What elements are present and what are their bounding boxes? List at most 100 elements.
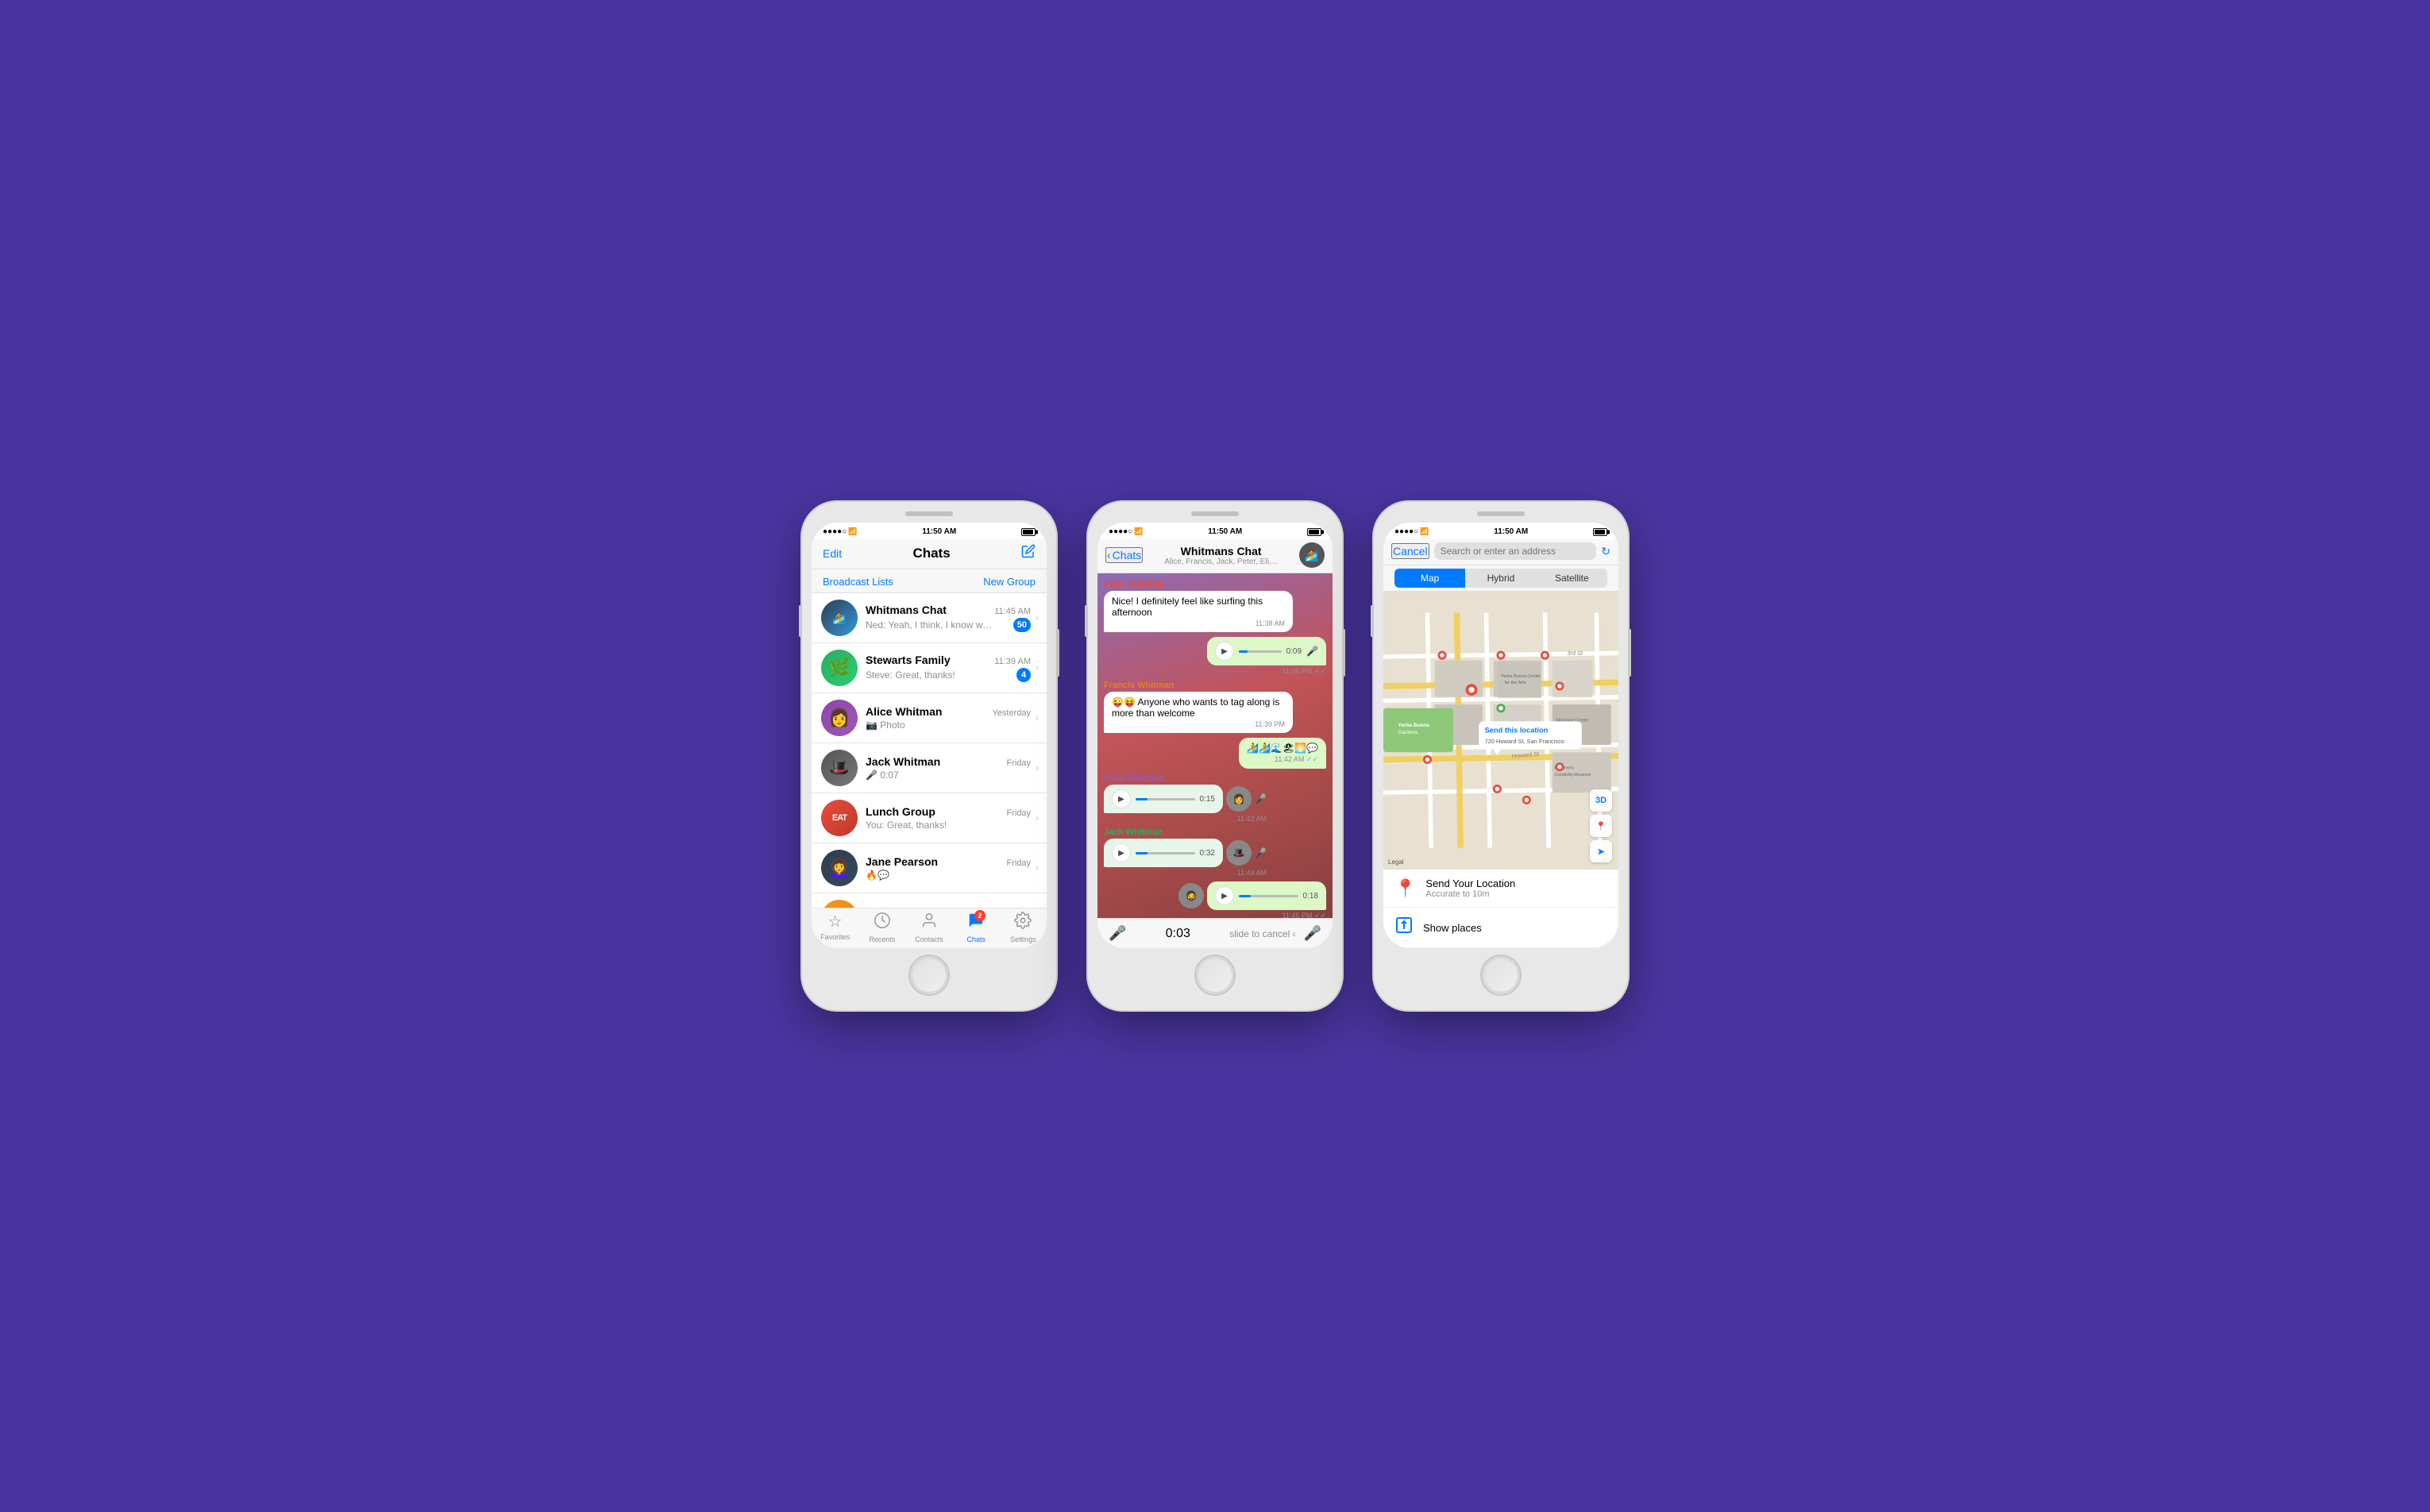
svg-text:for the Arts: for the Arts (1505, 681, 1526, 685)
status-time-1: 11:50 AM (922, 527, 956, 536)
map-area[interactable]: Yerba Buena Gardens Yerba Buena Center f… (1383, 592, 1618, 869)
location-arrow-button[interactable]: ➤ (1590, 840, 1612, 862)
phone-speaker-2 (1191, 511, 1239, 516)
pin-button[interactable]: 📍 (1590, 815, 1612, 837)
edit-button[interactable]: Edit (823, 547, 842, 560)
home-button-3[interactable] (1480, 955, 1522, 996)
chat-preview-jack: 🎤 0:07 (866, 770, 899, 781)
chevron-icon-lunch: › (1036, 812, 1039, 824)
svg-text:Yerba Buena Center: Yerba Buena Center (1501, 674, 1541, 679)
map-type-map-button[interactable]: Map (1394, 569, 1465, 588)
chat-preview-stewarts: Steve: Great, thanks! (866, 669, 955, 681)
compose-icon[interactable] (1021, 544, 1036, 562)
tab-bar-1: ☆ Favorites Recents Contacts (812, 908, 1047, 948)
status-bar-2: ●●●●○ 📶 11:50 AM (1097, 523, 1333, 539)
status-left-3: ●●●●○ 📶 (1394, 527, 1429, 536)
show-places-icon (1394, 916, 1414, 939)
jack-play-btn-1[interactable]: ▶ (1112, 843, 1131, 862)
alice-play-btn[interactable]: ▶ (1112, 789, 1131, 808)
show-places-title: Show places (1423, 922, 1482, 934)
show-places-item[interactable]: Show places (1383, 908, 1618, 948)
msg-peter-1: Peter Whitman Nice! I definitely feel li… (1104, 580, 1293, 632)
rec-mic-right-icon[interactable]: 🎤 (1304, 925, 1321, 942)
chat-item-birthday[interactable]: 🎂 Birthday Photos Friday Francis: › (812, 893, 1047, 908)
chat-item-jack[interactable]: 🎩 Jack Whitman Friday 🎤 0:07 › (812, 743, 1047, 793)
battery-icon-2 (1307, 528, 1321, 536)
status-left-2: ●●●●○ 📶 (1109, 527, 1143, 536)
jack-voice-mic-1: 🎤 (1255, 847, 1267, 858)
chat-name-alice: Alice Whitman (866, 705, 942, 718)
chevron-icon-jane: › (1036, 862, 1039, 874)
chats-tab-label: Chats (966, 935, 986, 943)
msg-time-peter-1: 11:38 AM (1112, 619, 1285, 627)
phones-container: ●●●●○ 📶 11:50 AM Edit Chats Broadcast Li… (802, 502, 1628, 1010)
signal-dots: ●●●●○ (823, 527, 847, 536)
map-type-hybrid-button[interactable]: Hybrid (1465, 569, 1536, 588)
settings-icon (1014, 912, 1032, 934)
alice-voice-mic: 🎤 (1255, 793, 1267, 804)
chat-messages: Peter Whitman Nice! I definitely feel li… (1097, 573, 1333, 918)
status-time-2: 11:50 AM (1208, 527, 1242, 536)
chat-info-lunch: Lunch Group Friday You: Great, thanks! (866, 805, 1031, 831)
group-avatar[interactable]: 🏄 (1299, 542, 1325, 568)
home-button-1[interactable] (908, 955, 950, 996)
tab-recents[interactable]: Recents (858, 912, 905, 943)
msg-time-francis-1: 11:39 PM (1112, 720, 1285, 728)
tab-favorites[interactable]: ☆ Favorites (812, 912, 858, 943)
chat-badge-stewarts: 4 (1016, 668, 1031, 682)
alice-duration: 0:15 (1200, 795, 1215, 804)
svg-text:Yerba Buena: Yerba Buena (1398, 723, 1430, 728)
svg-text:3rd St: 3rd St (1567, 650, 1583, 657)
signal-dots-3: ●●●●○ (1394, 527, 1418, 536)
battery-icon-1 (1021, 528, 1036, 536)
status-right-3 (1593, 528, 1607, 536)
map-svg: Yerba Buena Gardens Yerba Buena Center f… (1383, 592, 1618, 869)
tab-chats[interactable]: 2 Chats (953, 912, 1000, 943)
send-location-icon: 📍 (1394, 878, 1416, 899)
voice-bubble-out-2: ▶ 0:18 (1207, 881, 1326, 910)
chat-item-stewarts[interactable]: 🌿 Stewarts Family 11:39 AM Steve: Great,… (812, 643, 1047, 693)
chat-name-jane: Jane Pearson (866, 855, 938, 868)
broadcast-lists-link[interactable]: Broadcast Lists (823, 576, 893, 588)
out-play-btn-2[interactable]: ▶ (1215, 886, 1234, 905)
favorites-label: Favorites (820, 933, 850, 941)
chevron-icon-stewarts: › (1036, 662, 1039, 673)
back-button[interactable]: ‹ Chats (1105, 547, 1143, 563)
avatar-whitmans: 🏄 (821, 600, 858, 636)
contacts-label: Contacts (915, 935, 943, 943)
map-cancel-button[interactable]: Cancel (1391, 543, 1429, 559)
group-avatar-icon: 🏄 (1305, 549, 1318, 562)
voice-bubble-out-1: ▶ 0:09 🎤 (1207, 637, 1326, 665)
voice-duration-1: 0:09 (1286, 647, 1302, 656)
jack-voice-row-1: ▶ 0:32 🎩 🎤 (1104, 839, 1267, 867)
signal-dots-2: ●●●●○ (1109, 527, 1132, 536)
chat-preview-whitmans: Ned: Yeah, I think, I know wh... (866, 619, 993, 631)
voice-play-btn-1[interactable]: ▶ (1215, 642, 1234, 661)
3d-button[interactable]: 3D (1590, 789, 1612, 812)
slide-to-cancel-text: slide to cancel ‹ (1229, 928, 1295, 939)
phone-screen-chats: ●●●●○ 📶 11:50 AM Edit Chats Broadcast Li… (812, 523, 1047, 948)
tab-contacts[interactable]: Contacts (905, 912, 952, 943)
tab-settings[interactable]: Settings (1000, 912, 1047, 943)
map-refresh-icon[interactable]: ↻ (1601, 545, 1610, 558)
msg-alice-voice: Alice Whitman ▶ 0:15 👩 (1104, 773, 1267, 823)
msg-text-francis-1: 😜😝 Anyone who wants to tag along is more… (1112, 696, 1279, 719)
jack-waveform-1 (1136, 852, 1195, 854)
out-voice-row-2: ▶ 0:18 🧔 (1178, 881, 1326, 910)
chat-item-whitmans[interactable]: 🏄 Whitmans Chat 11:45 AM Ned: Yeah, I th… (812, 593, 1047, 643)
map-type-satellite-button[interactable]: Satellite (1537, 569, 1607, 588)
map-search-input[interactable] (1434, 542, 1597, 560)
status-right-1 (1021, 528, 1036, 536)
chat-name-lunch: Lunch Group (866, 805, 935, 818)
phone-chat-window: ●●●●○ 📶 11:50 AM ‹ Chats Whitmans Chat A… (1088, 502, 1342, 1010)
send-location-item[interactable]: 📍 Send Your Location Accurate to 10m (1383, 870, 1618, 908)
voice-waveform-1 (1239, 650, 1282, 653)
chat-info-jack: Jack Whitman Friday 🎤 0:07 (866, 755, 1031, 781)
chat-item-alice[interactable]: 👩 Alice Whitman Yesterday 📷 Photo › (812, 693, 1047, 743)
chat-item-jane[interactable]: 👩‍🦱 Jane Pearson Friday 🔥💬 › (812, 843, 1047, 893)
chat-item-lunch[interactable]: EAT Lunch Group Friday You: Great, thank… (812, 793, 1047, 843)
home-button-2[interactable] (1194, 955, 1236, 996)
new-group-link[interactable]: New Group (983, 576, 1036, 588)
voice-bubble-alice: ▶ 0:15 (1104, 785, 1223, 813)
phone-speaker (905, 511, 953, 516)
